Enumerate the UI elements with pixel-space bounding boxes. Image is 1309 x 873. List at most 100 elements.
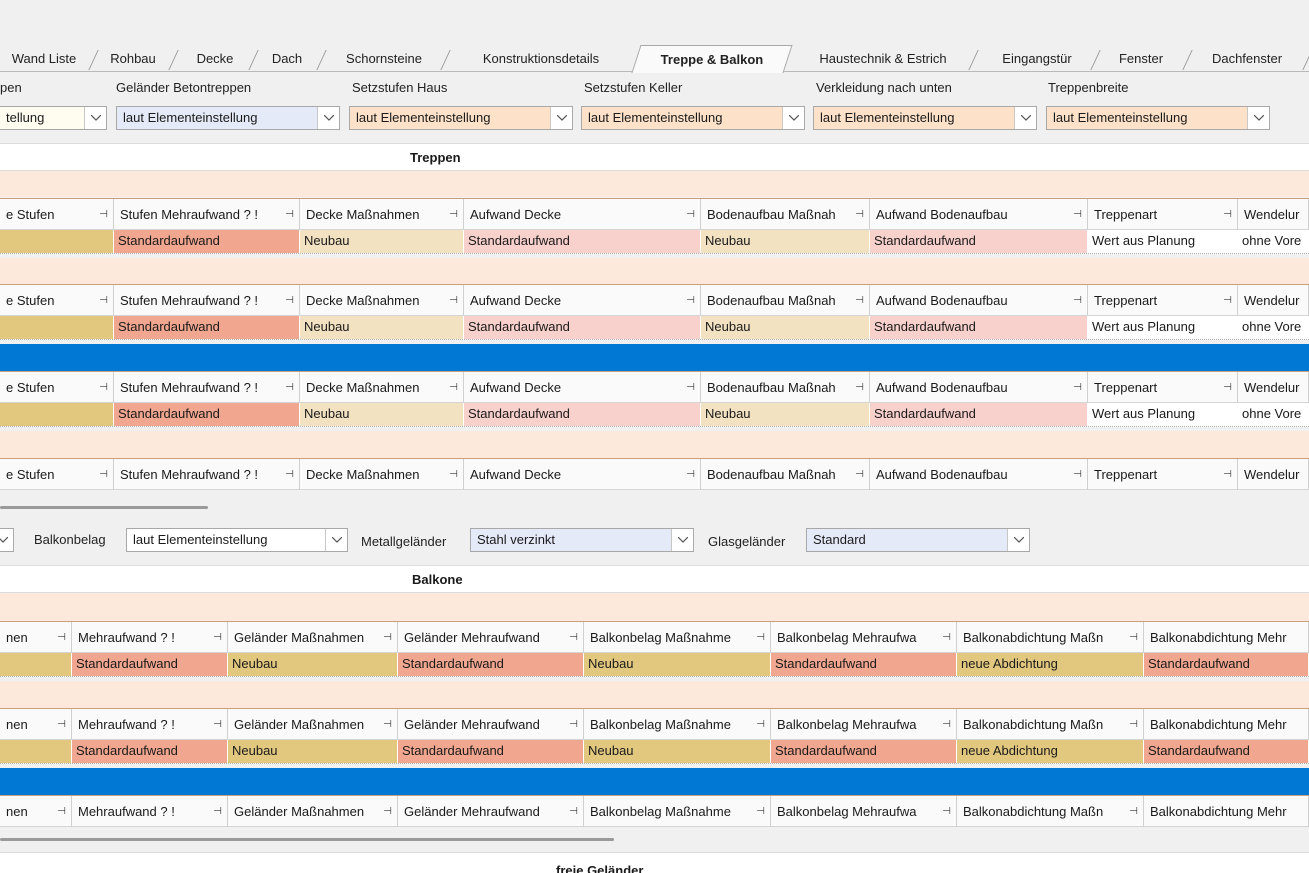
treppen-table-cell[interactable]: Standardaufwand (870, 316, 1088, 339)
pin-icon[interactable]: ⊣ (1129, 622, 1138, 653)
treppenbreite-dropdown[interactable]: laut Elementeinstellung (1046, 106, 1270, 130)
treppen-table-cell[interactable] (0, 230, 114, 253)
balkone-column-header[interactable]: Balkonabdichtung Mehr (1144, 709, 1309, 740)
treppen-column-header[interactable]: Aufwand Decke ⊣ (464, 459, 701, 490)
treppen-column-header[interactable]: Treppenart ⊣ (1088, 459, 1238, 490)
pin-icon[interactable]: ⊣ (756, 622, 765, 653)
pin-icon[interactable]: ⊣ (1073, 372, 1082, 403)
setzstufen-keller-dropdown[interactable]: laut Elementeinstellung (581, 106, 805, 130)
treppen-table-cell[interactable]: Standardaufwand (870, 230, 1088, 253)
balkone-column-header[interactable]: Balkonabdichtung Mehr (1144, 622, 1309, 653)
pin-icon[interactable]: ⊣ (99, 285, 108, 316)
balkone-table-cell[interactable] (0, 653, 72, 676)
balkone-table-cell[interactable]: Standardaufwand (1144, 653, 1309, 676)
balkone-scrollbar[interactable] (0, 838, 614, 841)
treppen-column-header[interactable]: Wendelur (1238, 285, 1309, 316)
chevron-down-icon[interactable] (84, 107, 106, 129)
treppen-column-header[interactable]: Stufen Mehraufwand ? ! ⊣ (114, 285, 300, 316)
pin-icon[interactable]: ⊣ (756, 709, 765, 740)
balkone-table-cell[interactable] (0, 740, 72, 763)
balkone-table-cell[interactable]: Standardaufwand (72, 740, 228, 763)
treppen-column-header[interactable]: Bodenaufbau Maßnah ⊣ (701, 199, 870, 230)
pin-icon[interactable]: ⊣ (942, 796, 951, 827)
treppen-table-row[interactable]: Standardaufwand Neubau Standardaufwand Neub… (0, 230, 1309, 254)
treppen-column-header[interactable]: Bodenaufbau Maßnah ⊣ (701, 372, 870, 403)
balkone-column-header[interactable]: Mehraufwand ? ! ⊣ (72, 622, 228, 653)
treppen-table-cell[interactable]: Neubau (300, 403, 464, 426)
pin-icon[interactable]: ⊣ (449, 199, 458, 230)
chevron-down-icon[interactable] (1247, 107, 1269, 129)
pin-icon[interactable]: ⊣ (383, 709, 392, 740)
pin-icon[interactable]: ⊣ (57, 622, 66, 653)
balkone-table-cell[interactable]: Neubau (228, 740, 398, 763)
pin-icon[interactable]: ⊣ (57, 796, 66, 827)
treppen-table-cell[interactable]: Standardaufwand (464, 316, 701, 339)
treppen-column-header[interactable]: Stufen Mehraufwand ? ! ⊣ (114, 199, 300, 230)
treppen-table-cell[interactable]: Standardaufwand (464, 403, 701, 426)
pin-icon[interactable]: ⊣ (686, 459, 695, 490)
treppen-table-cell[interactable]: ohne Vore (1238, 403, 1309, 426)
pin-icon[interactable]: ⊣ (855, 459, 864, 490)
pin-icon[interactable]: ⊣ (1223, 459, 1232, 490)
tab-rohbau[interactable]: Rohbau (98, 48, 179, 72)
treppen-column-header[interactable]: Aufwand Decke ⊣ (464, 372, 701, 403)
treppen-table-cell[interactable]: Standardaufwand (114, 230, 300, 253)
chevron-down-icon[interactable] (550, 107, 572, 129)
tab-konstruktionsdetails[interactable]: Konstruktionsdetails (456, 48, 626, 72)
treppen-column-header[interactable]: Treppenart ⊣ (1088, 285, 1238, 316)
pin-icon[interactable]: ⊣ (942, 709, 951, 740)
balkone-column-header[interactable]: Geländer Mehraufwand ⊣ (398, 796, 584, 827)
treppen-column-header[interactable]: e Stufen ⊣ (0, 285, 114, 316)
balkone-column-header[interactable]: Mehraufwand ? ! ⊣ (72, 709, 228, 740)
pin-icon[interactable]: ⊣ (57, 709, 66, 740)
treppen-table-cell[interactable]: ohne Vore (1238, 316, 1309, 339)
treppen-column-header[interactable]: Treppenart ⊣ (1088, 199, 1238, 230)
pin-icon[interactable]: ⊣ (383, 796, 392, 827)
tab-dach[interactable]: Dach (258, 48, 327, 72)
balkon-first-dropdown[interactable] (0, 528, 14, 552)
selected-group-row[interactable] (0, 768, 1309, 795)
pin-icon[interactable]: ⊣ (855, 372, 864, 403)
tab-haustechnik-estrich[interactable]: Haustechnik & Estrich (798, 48, 979, 72)
balkone-column-header[interactable]: nen ⊣ (0, 622, 72, 653)
pin-icon[interactable]: ⊣ (942, 622, 951, 653)
balkone-column-header[interactable]: Balkonabdichtung Maßn ⊣ (957, 796, 1144, 827)
treppen-table-cell[interactable]: Standardaufwand (114, 316, 300, 339)
treppen-column-header[interactable]: Bodenaufbau Maßnah ⊣ (701, 459, 870, 490)
treppen-column-header[interactable]: Decke Maßnahmen ⊣ (300, 285, 464, 316)
pin-icon[interactable]: ⊣ (213, 709, 222, 740)
balkone-table-cell[interactable]: Standardaufwand (1144, 740, 1309, 763)
balkone-column-header[interactable]: Balkonbelag Maßnahme ⊣ (584, 709, 771, 740)
verkleidung-dropdown[interactable]: laut Elementeinstellung (813, 106, 1037, 130)
balkone-column-header[interactable]: Balkonbelag Mehraufwa ⊣ (771, 622, 957, 653)
pin-icon[interactable]: ⊣ (449, 372, 458, 403)
pin-icon[interactable]: ⊣ (449, 459, 458, 490)
balkone-table-row[interactable]: Standardaufwand Neubau Standardaufwand Neub… (0, 740, 1309, 764)
treppen-scrollbar[interactable] (0, 506, 208, 509)
treppen-table-cell[interactable]: Neubau (701, 230, 870, 253)
chevron-down-icon[interactable] (1007, 529, 1029, 551)
chevron-down-icon[interactable] (782, 107, 804, 129)
pin-icon[interactable]: ⊣ (449, 285, 458, 316)
selected-group-row[interactable] (0, 344, 1309, 371)
pin-icon[interactable]: ⊣ (756, 796, 765, 827)
balkone-table-cell[interactable]: neue Abdichtung (957, 740, 1144, 763)
treppen-table-cell[interactable]: Neubau (701, 403, 870, 426)
pin-icon[interactable]: ⊣ (855, 285, 864, 316)
treppen-table-cell[interactable]: ohne Vore (1238, 230, 1309, 253)
pin-icon[interactable]: ⊣ (569, 709, 578, 740)
treppen-column-header[interactable]: Bodenaufbau Maßnah ⊣ (701, 285, 870, 316)
treppen-table-cell[interactable]: Neubau (300, 316, 464, 339)
chevron-down-icon[interactable] (1014, 107, 1036, 129)
pin-icon[interactable]: ⊣ (383, 622, 392, 653)
tab-eingangstuer[interactable]: Eingangstür (984, 48, 1101, 72)
pin-icon[interactable]: ⊣ (686, 372, 695, 403)
chevron-down-icon[interactable] (671, 529, 693, 551)
balkone-column-header[interactable]: Geländer Mehraufwand ⊣ (398, 622, 584, 653)
balkone-column-header[interactable]: Geländer Mehraufwand ⊣ (398, 709, 584, 740)
balkone-column-header[interactable]: Balkonbelag Maßnahme ⊣ (584, 796, 771, 827)
balkone-table-cell[interactable]: Neubau (228, 653, 398, 676)
pin-icon[interactable]: ⊣ (1223, 372, 1232, 403)
pin-icon[interactable]: ⊣ (686, 199, 695, 230)
tab-treppe-balkon[interactable]: Treppe & Balkon (631, 45, 793, 73)
